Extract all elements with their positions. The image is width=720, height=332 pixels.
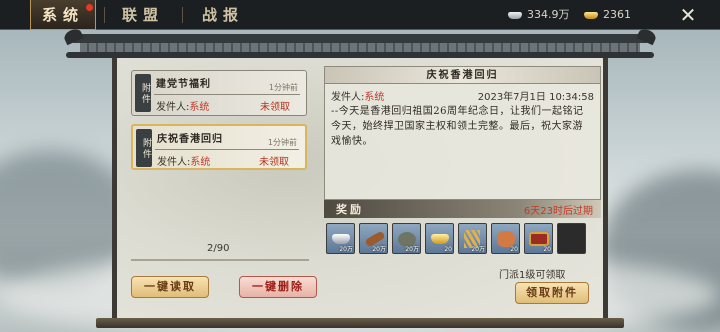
gold-ingot-icon xyxy=(584,11,598,19)
tab-alliance[interactable]: 联盟 xyxy=(108,0,178,30)
tab-divider xyxy=(104,7,105,23)
expire-time: 6天23时后过期 xyxy=(523,206,593,217)
notification-dot xyxy=(86,4,93,11)
gold-resource: 2361 xyxy=(584,0,631,30)
mail-panel: 附件 建党节福利 1分钟前 发件人:系统 未领取 附件 庆祝香港回归 1分钟前 … xyxy=(112,58,608,322)
tab-battle-report[interactable]: 战报 xyxy=(188,0,258,30)
reward-slot-empty xyxy=(557,223,586,254)
mail-status: 未领取 xyxy=(260,102,290,113)
divider xyxy=(131,259,309,261)
claim-requirement: 门派1级可领取 xyxy=(499,270,566,281)
panel-base xyxy=(96,318,624,328)
silver-resource: 334.9万 xyxy=(508,0,570,30)
attachment-tag: 附件 xyxy=(136,129,152,167)
mail-list-item[interactable]: 附件 建党节福利 1分钟前 发件人:系统 未领取 xyxy=(131,70,307,116)
silver-ingot-icon xyxy=(508,11,522,19)
reward-item[interactable]: 20万 xyxy=(359,223,388,254)
reward-item[interactable]: 20万 xyxy=(326,223,355,254)
mail-title: 建党节福利 xyxy=(156,79,211,90)
pavilion-roof xyxy=(62,26,658,60)
silver-value: 334.9万 xyxy=(527,8,570,21)
top-nav-bar: 系统 联盟 战报 334.9万 2361 ✕ xyxy=(0,0,720,30)
treasure-chest-icon xyxy=(529,232,549,246)
mail-status: 未领取 xyxy=(259,157,289,168)
read-all-button[interactable]: 一键读取 xyxy=(131,276,209,298)
claim-attachment-button[interactable]: 领取附件 xyxy=(515,282,589,304)
mail-detail: 庆祝香港回归 发件人:系统 2023年7月1日 10:34:58 --今天是香港… xyxy=(324,66,601,200)
mail-sender: 发件人:系统 xyxy=(157,157,211,168)
mail-detail-body: --今天是香港回归祖国26周年纪念日，让我们一起铭记今天，始终捍卫国家主权和领土… xyxy=(331,106,584,147)
reward-item[interactable]: 20 xyxy=(524,223,553,254)
reward-header: 奖励 6天23时后过期 xyxy=(324,200,601,218)
reward-item[interactable]: 20万 xyxy=(458,223,487,254)
tab-divider xyxy=(182,7,183,23)
close-icon: ✕ xyxy=(679,3,697,27)
reward-item[interactable]: 20 xyxy=(491,223,520,254)
frog-icon xyxy=(497,231,515,247)
gold-ingot-icon xyxy=(431,234,449,244)
reward-label: 奖励 xyxy=(336,203,364,216)
mail-time: 1分钟前 xyxy=(267,138,297,147)
reward-item[interactable]: 20万 xyxy=(392,223,421,254)
mail-detail-title: 庆祝香港回归 xyxy=(325,67,600,84)
attachment-tag: 附件 xyxy=(135,74,151,112)
reward-item[interactable]: 20 xyxy=(425,223,454,254)
delete-all-button[interactable]: 一键删除 xyxy=(239,276,317,298)
mail-detail-sender: 发件人:系统 xyxy=(331,92,385,103)
mail-sender: 发件人:系统 xyxy=(156,102,210,113)
mail-time: 1分钟前 xyxy=(268,83,298,92)
reward-items: 20万 20万 20万 20 20万 20 20 xyxy=(324,223,601,257)
mail-count: 2/90 xyxy=(207,243,230,254)
gold-value: 2361 xyxy=(603,8,631,21)
close-button[interactable]: ✕ xyxy=(676,4,700,26)
mail-detail-date: 2023年7月1日 10:34:58 xyxy=(477,92,594,103)
mail-title: 庆祝香港回归 xyxy=(157,134,223,145)
mail-list-item-selected[interactable]: 附件 庆祝香港回归 1分钟前 发件人:系统 未领取 xyxy=(131,124,307,170)
silver-ingot-icon xyxy=(332,234,350,244)
